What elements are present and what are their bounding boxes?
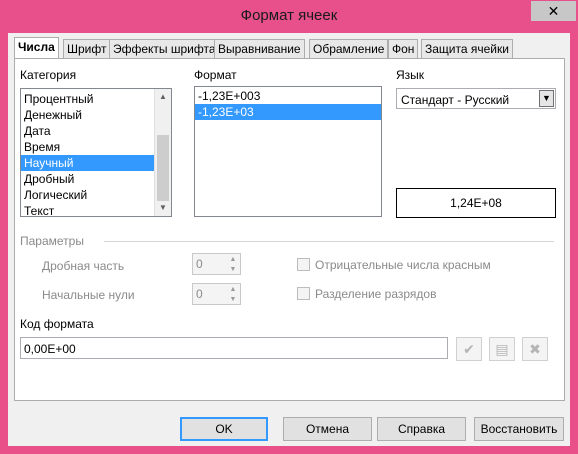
tab-label: Обрамление xyxy=(313,42,385,56)
category-scrollbar[interactable]: ▲ ▼ xyxy=(154,89,171,216)
format-preview: 1,24E+08 xyxy=(396,188,556,218)
cancel-button[interactable]: Отмена xyxy=(283,417,372,441)
format-items: -1,23E+003 -1,23E+03 xyxy=(195,87,381,120)
checkmark-icon[interactable]: ✔ xyxy=(456,337,482,361)
language-label: Язык xyxy=(396,68,425,82)
ok-button-label: OK xyxy=(215,422,233,436)
leading-zeros-value: 0 xyxy=(196,287,203,301)
list-item[interactable]: Денежный xyxy=(21,107,154,123)
comment-icon[interactable]: ▤ xyxy=(489,337,515,361)
help-button[interactable]: Справка xyxy=(377,417,466,441)
decimal-places-stepper[interactable]: 0 ▲ ▼ xyxy=(192,253,241,275)
negative-red-label: Отрицательные числа красным xyxy=(315,258,491,272)
list-item[interactable]: Текст xyxy=(21,203,154,216)
help-button-label: Справка xyxy=(397,422,446,436)
tab-panel-numbers: Категория Процентный Денежный Дата Время… xyxy=(14,58,565,401)
thousands-separator-label: Разделение разрядов xyxy=(315,287,437,301)
tab-font[interactable]: Шрифт xyxy=(63,39,111,58)
thousands-separator-checkbox[interactable] xyxy=(297,287,310,300)
format-code-input[interactable]: 0,00E+00 xyxy=(20,337,448,359)
category-label: Категория xyxy=(20,68,77,82)
list-item[interactable]: Процентный xyxy=(21,91,154,107)
tab-label: Шрифт xyxy=(67,42,107,56)
spin-up-icon[interactable]: ▲ xyxy=(227,285,239,295)
ok-button[interactable]: OK xyxy=(180,417,268,441)
spin-down-icon[interactable]: ▼ xyxy=(227,265,239,275)
language-value: Стандарт - Русский xyxy=(401,93,510,107)
tab-background[interactable]: Фон xyxy=(388,39,419,58)
close-button[interactable]: ✕ xyxy=(531,1,576,21)
tab-label: Выравнивание xyxy=(218,42,301,56)
list-item[interactable]: Дата xyxy=(21,123,154,139)
spin-buttons: ▲ ▼ xyxy=(227,285,239,305)
dialog-window: Формат ячеек ✕ Числа Шрифт Эффекты шрифт… xyxy=(0,0,578,454)
delete-icon[interactable]: ✖ xyxy=(522,337,548,361)
preview-value: 1,24E+08 xyxy=(450,196,502,210)
tab-font-effects[interactable]: Эффекты шрифта xyxy=(109,39,220,58)
reset-button-label: Восстановить xyxy=(480,422,558,436)
category-items: Процентный Денежный Дата Время Научный Д… xyxy=(21,91,154,216)
tab-label: Защита ячейки xyxy=(425,42,509,56)
spin-buttons: ▲ ▼ xyxy=(227,255,239,275)
tab-borders[interactable]: Обрамление xyxy=(309,39,389,58)
scroll-up-icon[interactable]: ▲ xyxy=(155,89,171,105)
list-item-selected[interactable]: -1,23E+03 xyxy=(195,104,381,120)
list-item-selected[interactable]: Научный xyxy=(21,155,154,171)
leading-zeros-stepper[interactable]: 0 ▲ ▼ xyxy=(192,283,241,305)
close-icon: ✕ xyxy=(547,3,560,19)
format-list[interactable]: -1,23E+003 -1,23E+03 xyxy=(194,86,382,217)
decimal-places-value: 0 xyxy=(196,257,203,271)
scroll-thumb[interactable] xyxy=(157,135,169,201)
tab-label: Фон xyxy=(392,42,415,56)
leading-zeros-label: Начальные нули xyxy=(42,288,135,302)
category-list[interactable]: Процентный Денежный Дата Время Научный Д… xyxy=(20,88,172,217)
scroll-down-icon[interactable]: ▼ xyxy=(155,200,171,216)
tab-alignment[interactable]: Выравнивание xyxy=(214,39,305,58)
tab-numbers[interactable]: Числа xyxy=(14,37,59,59)
list-item[interactable]: -1,23E+003 xyxy=(195,88,381,104)
reset-button[interactable]: Восстановить xyxy=(474,417,564,441)
spin-down-icon[interactable]: ▼ xyxy=(227,295,239,305)
language-select[interactable]: Стандарт - Русский ▼ xyxy=(396,88,556,109)
format-label: Формат xyxy=(194,68,237,82)
list-item[interactable]: Время xyxy=(21,139,154,155)
negative-red-checkbox[interactable] xyxy=(297,258,310,271)
options-divider xyxy=(104,241,554,242)
options-label: Параметры xyxy=(20,234,84,248)
dialog-body: Числа Шрифт Эффекты шрифта Выравнивание … xyxy=(8,33,570,446)
spin-up-icon[interactable]: ▲ xyxy=(227,255,239,265)
list-item[interactable]: Дробный xyxy=(21,171,154,187)
format-code-label: Код формата xyxy=(20,317,94,331)
decimal-places-label: Дробная часть xyxy=(42,259,125,273)
title-bar[interactable]: Формат ячеек ✕ xyxy=(0,0,578,33)
tab-cell-protection[interactable]: Защита ячейки xyxy=(421,39,513,58)
dialog-title: Формат ячеек xyxy=(240,7,338,24)
chevron-down-icon[interactable]: ▼ xyxy=(539,90,554,107)
cancel-button-label: Отмена xyxy=(305,422,350,436)
format-code-value: 0,00E+00 xyxy=(24,342,76,356)
tab-label: Числа xyxy=(18,40,55,54)
tab-label: Эффекты шрифта xyxy=(113,42,216,56)
list-item[interactable]: Логический xyxy=(21,187,154,203)
